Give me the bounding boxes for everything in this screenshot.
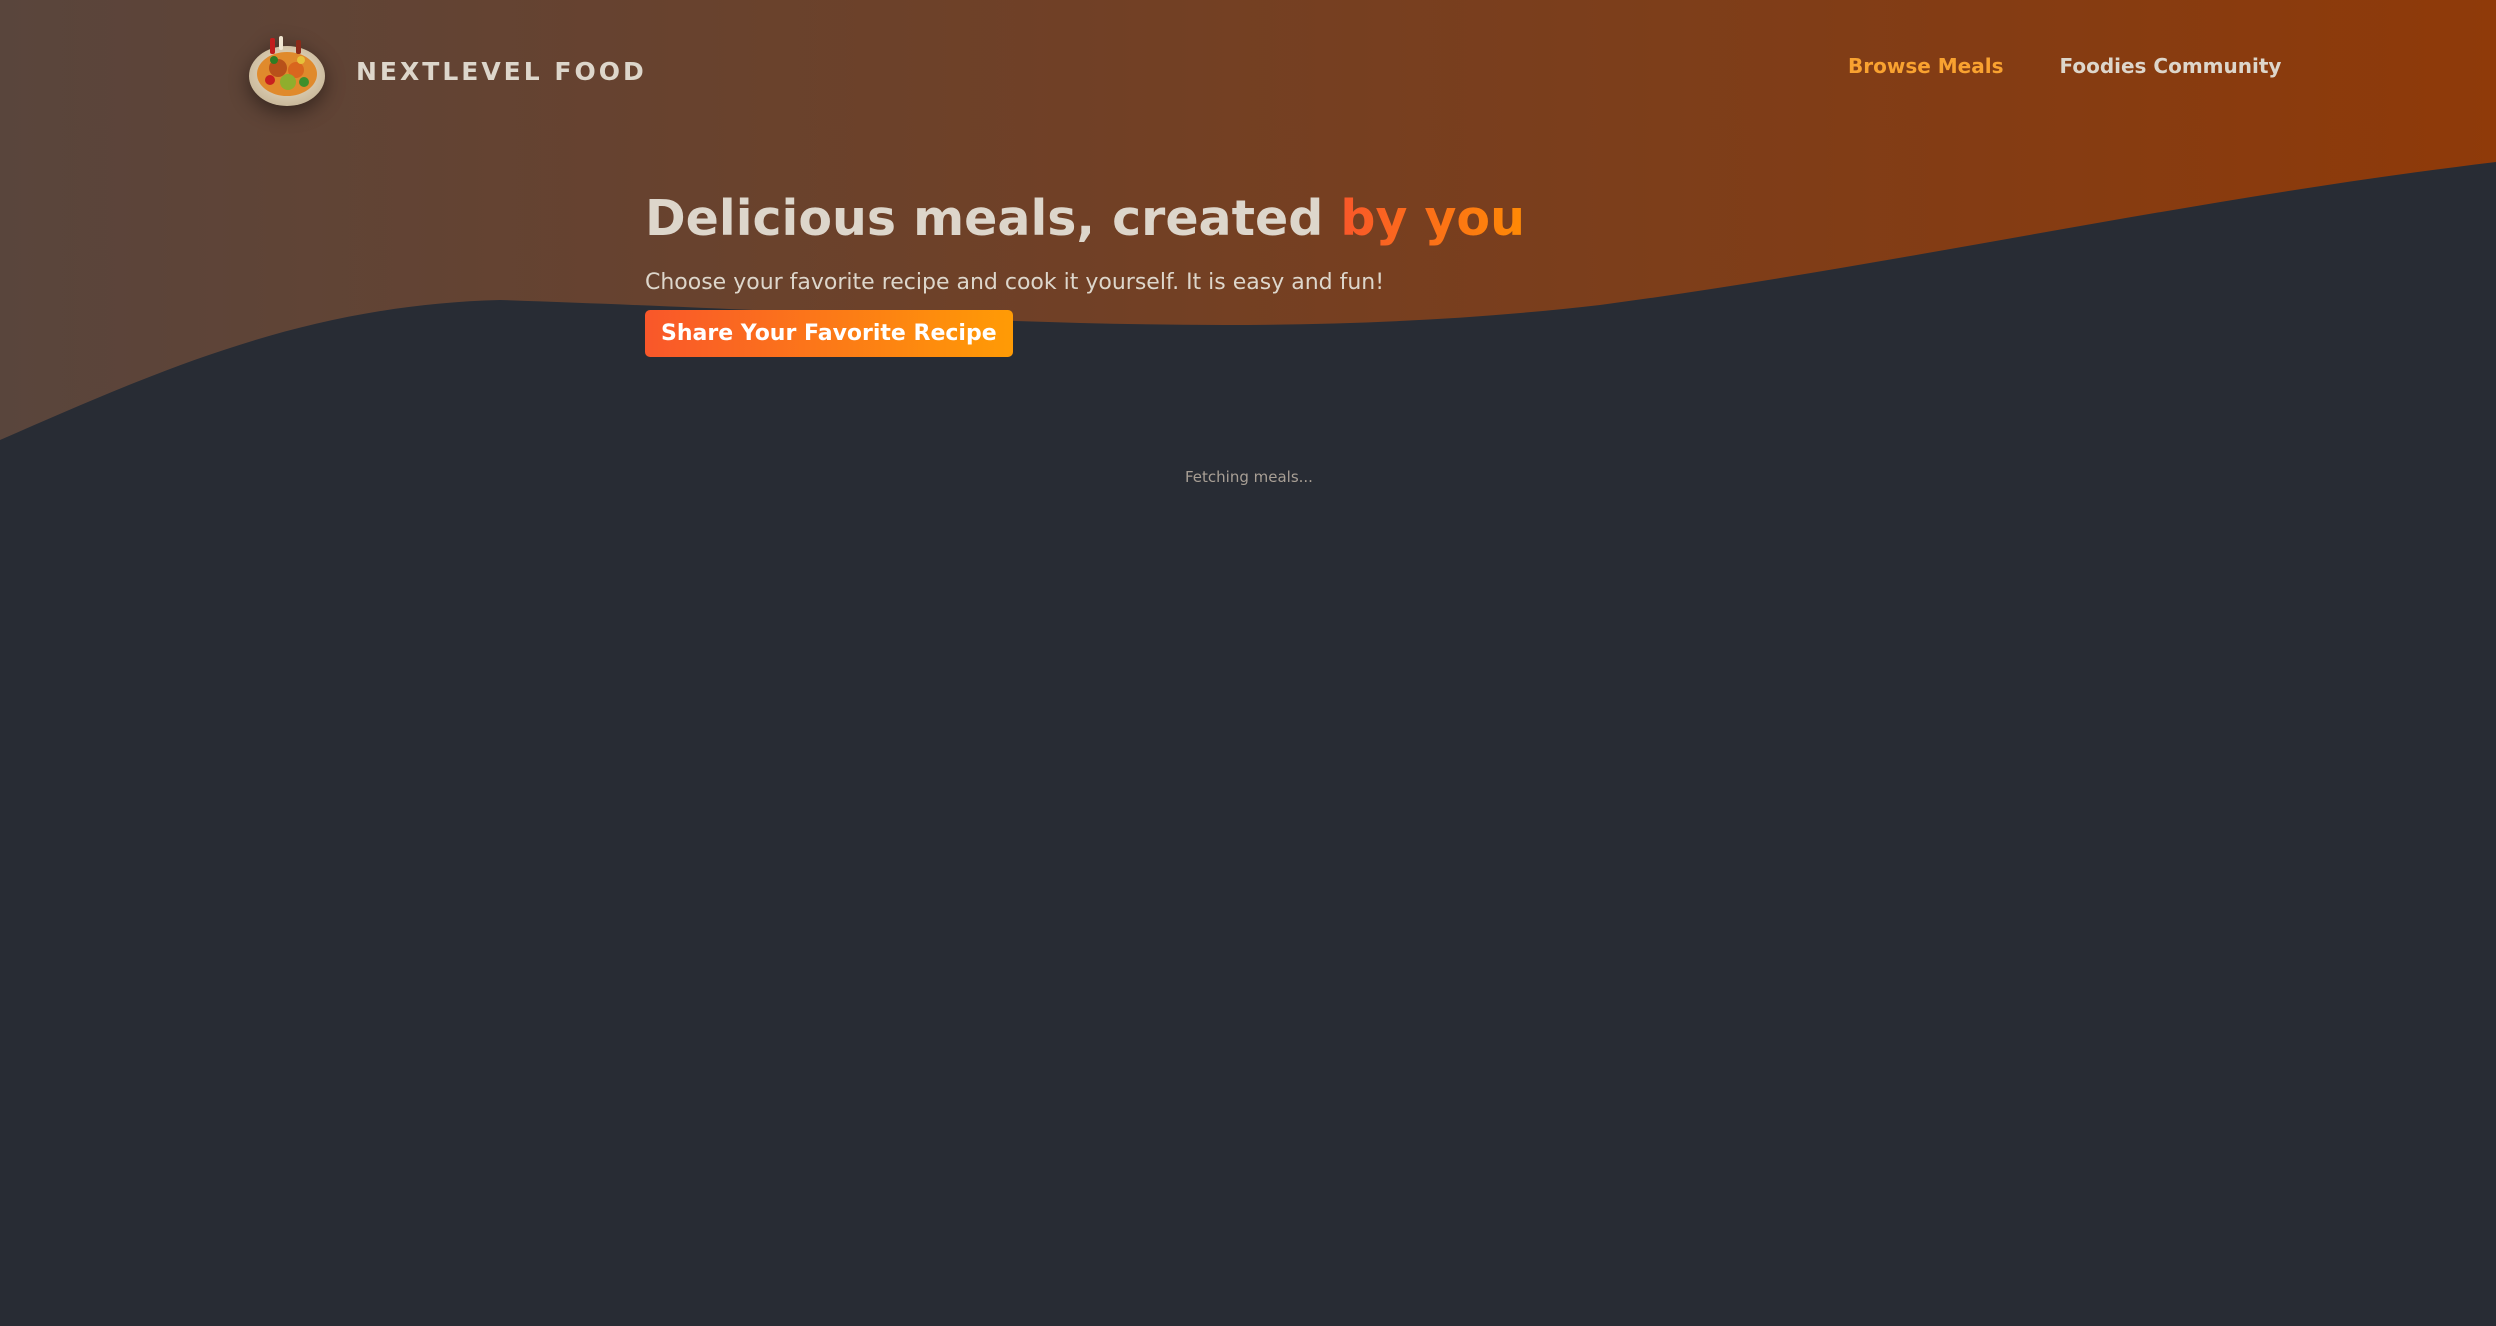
hero-title-main: Delicious meals, created (645, 190, 1341, 247)
hero-title-highlight: by you (1340, 190, 1525, 247)
page: NEXTLEVEL FOOD Browse Meals Foodies Comm… (0, 0, 2496, 1326)
main-header: NEXTLEVEL FOOD Browse Meals Foodies Comm… (0, 0, 2496, 142)
food-platter-logo-icon (249, 36, 325, 106)
logo-link[interactable]: NEXTLEVEL FOOD (246, 30, 647, 112)
hero-section: Delicious meals, created by you Choose y… (645, 188, 1525, 357)
nav-foodies-community[interactable]: Foodies Community (2059, 54, 2281, 78)
hero-subtitle: Choose your favorite recipe and cook it … (645, 270, 1385, 295)
nav-browse-meals[interactable]: Browse Meals (1848, 54, 2003, 78)
logo-text: NEXTLEVEL FOOD (356, 56, 647, 86)
share-recipe-button[interactable]: Share Your Favorite Recipe (645, 310, 1013, 357)
main-nav: Browse Meals Foodies Community (1848, 54, 2281, 78)
hero-title: Delicious meals, created by you (645, 188, 1525, 250)
loading-status: Fetching meals... (1185, 468, 1313, 486)
